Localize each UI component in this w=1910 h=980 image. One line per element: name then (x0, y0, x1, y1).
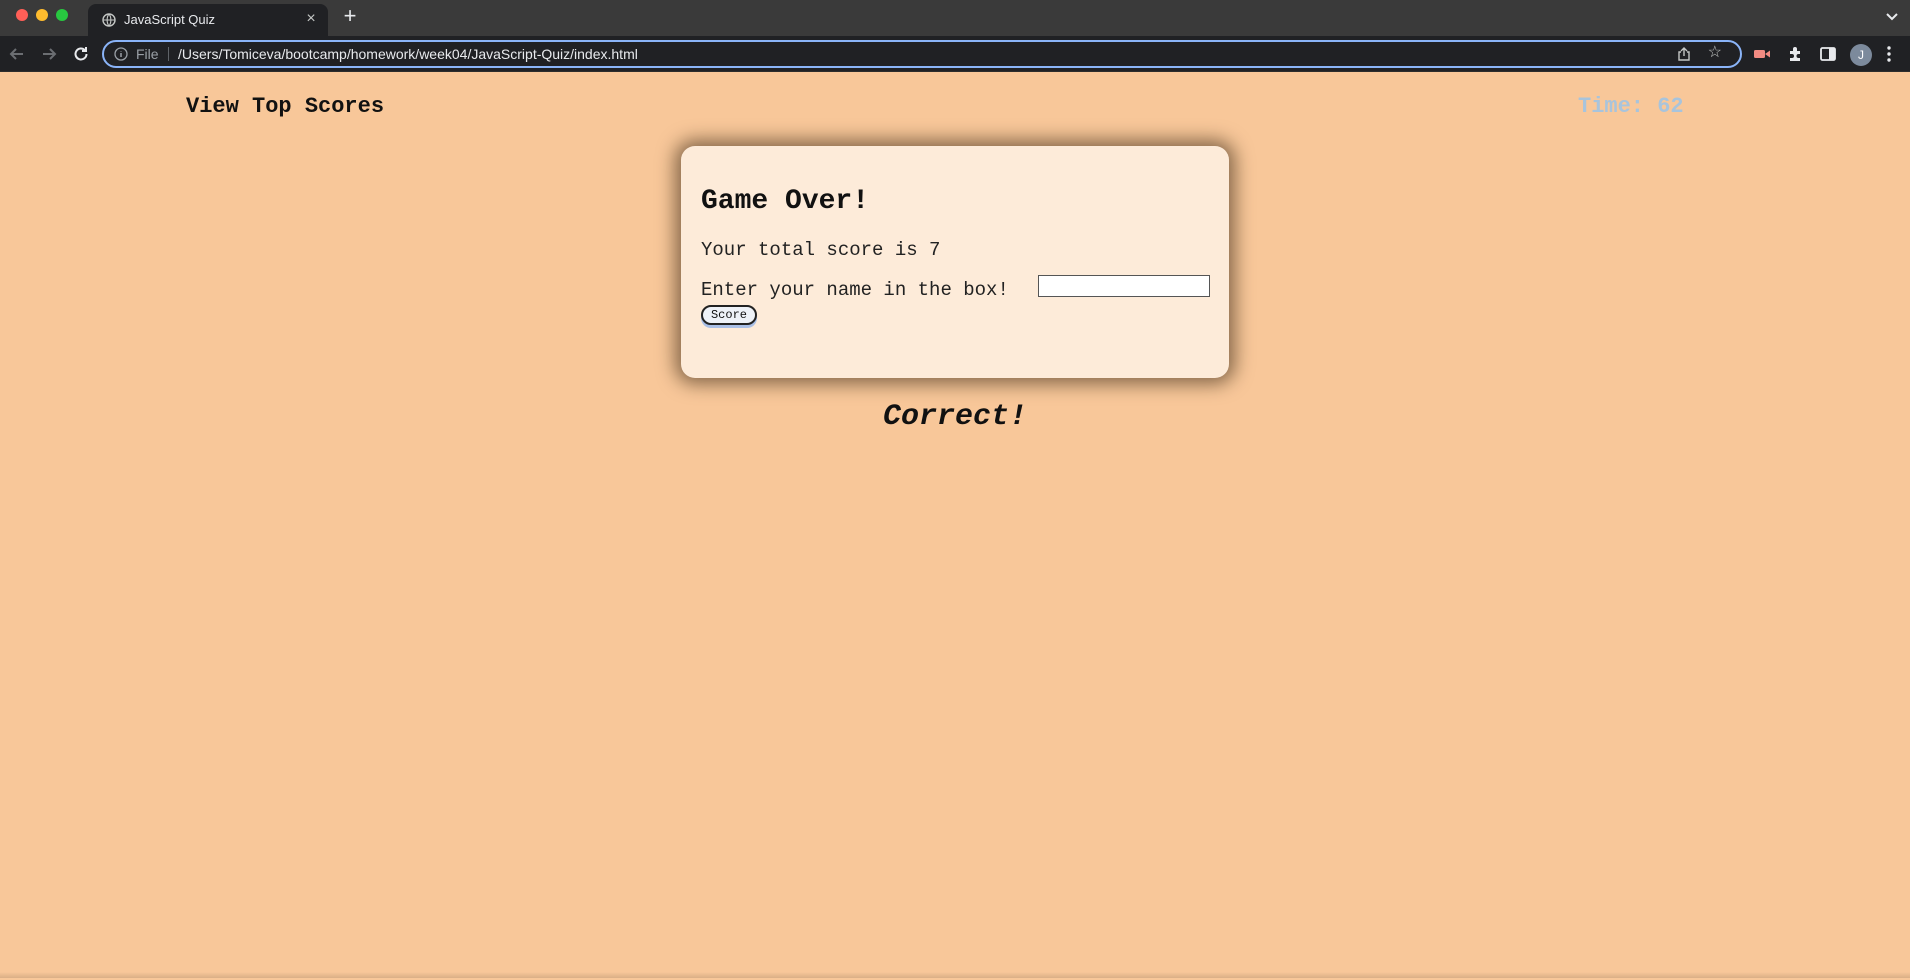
browser-tab-strip: JavaScript Quiz × + (0, 0, 1910, 36)
back-arrow-icon[interactable] (8, 45, 26, 63)
tab-search-chevron-icon[interactable] (1884, 8, 1900, 24)
game-over-title: Game Over! (701, 186, 870, 217)
browser-tab-active[interactable]: JavaScript Quiz × (88, 4, 328, 36)
tab-close-icon[interactable]: × (302, 10, 320, 28)
side-panel-icon[interactable] (1818, 44, 1838, 64)
profile-avatar[interactable]: J (1850, 44, 1872, 66)
screen-recorder-extension-icon[interactable] (1752, 44, 1772, 64)
forward-arrow-icon[interactable] (40, 45, 58, 63)
globe-icon (102, 13, 116, 27)
final-score-text: Your total score is 7 (701, 239, 941, 261)
answer-feedback-text: Correct! (882, 400, 1028, 434)
more-menu-icon[interactable] (1884, 44, 1894, 64)
url-text[interactable]: /Users/Tomiceva/bootcamp/homework/week04… (178, 46, 638, 62)
game-over-card: Game Over! Your total score is 7 Enter y… (681, 146, 1229, 378)
new-tab-button[interactable]: + (340, 5, 360, 27)
share-icon[interactable] (1676, 46, 1692, 62)
submit-score-button[interactable]: Score (701, 305, 757, 325)
name-input[interactable] (1038, 275, 1210, 297)
address-divider (168, 47, 169, 61)
browser-toolbar: File /Users/Tomiceva/bootcamp/homework/w… (0, 36, 1910, 72)
reload-icon[interactable] (72, 45, 90, 63)
name-prompt-label: Enter your name in the box! (701, 279, 1009, 301)
view-top-scores-link[interactable]: View Top Scores (186, 94, 384, 119)
extensions-puzzle-icon[interactable] (1786, 44, 1806, 64)
info-icon[interactable] (114, 47, 128, 61)
window-bottom-edge (0, 972, 1910, 978)
name-entry-row: Enter your name in the box! (701, 275, 1210, 303)
file-scheme-label: File (136, 46, 159, 62)
address-bar[interactable]: File /Users/Tomiceva/bootcamp/homework/w… (102, 40, 1742, 68)
quiz-page: View Top Scores Time: 62 Game Over! Your… (0, 72, 1910, 978)
countdown-timer: Time: 62 (1578, 94, 1684, 119)
maximize-window-button[interactable] (56, 9, 68, 21)
minimize-window-button[interactable] (36, 9, 48, 21)
tab-title: JavaScript Quiz (124, 12, 216, 27)
close-window-button[interactable] (16, 9, 28, 21)
bookmark-star-icon[interactable]: ☆ (1708, 44, 1722, 62)
